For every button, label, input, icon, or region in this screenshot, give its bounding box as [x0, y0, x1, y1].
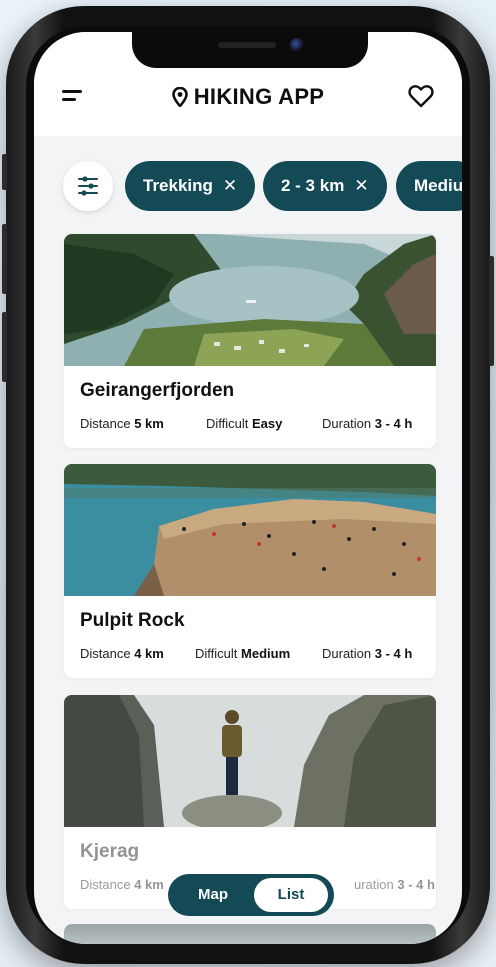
speaker	[218, 42, 276, 48]
remove-chip-icon[interactable]: ✕	[223, 176, 237, 195]
trail-name: Kjerag	[80, 841, 140, 862]
trail-photo-pulpit-rock	[64, 464, 436, 596]
chip-label: 2 - 3 km	[281, 176, 345, 195]
filter-chip-distance[interactable]: 2 - 3 km ✕	[263, 161, 387, 211]
volume-up-button	[2, 224, 7, 294]
trail-difficulty: Difficult Medium	[195, 646, 291, 661]
power-button	[489, 256, 494, 366]
trail-card[interactable]: Pulpit Rock Distance 4 km Difficult Medi…	[64, 464, 436, 678]
chip-label: Mediu	[414, 176, 462, 195]
trail-photo-fjord	[64, 234, 436, 366]
sliders-icon	[78, 176, 98, 196]
app-title-text: HIKING APP	[193, 84, 325, 109]
notch	[132, 32, 368, 68]
trail-name: Geirangerfjorden	[80, 380, 235, 401]
remove-chip-icon[interactable]: ✕	[354, 176, 368, 195]
next-trail-card-peek	[64, 924, 436, 944]
list-view-button[interactable]: List	[254, 878, 328, 912]
front-camera	[290, 38, 304, 52]
trail-duration: uration 3 - 4 h	[354, 877, 435, 892]
trail-difficulty: Difficult Easy	[206, 416, 283, 431]
trail-duration: Duration 3 - 4 h	[322, 646, 413, 661]
map-view-button[interactable]: Map	[178, 878, 248, 912]
filter-settings-button[interactable]	[63, 161, 113, 211]
trail-distance: Distance 5 km	[80, 416, 164, 431]
filter-chip-medium[interactable]: Mediu	[396, 161, 462, 211]
filter-chip-trekking[interactable]: Trekking ✕	[125, 161, 256, 211]
trail-distance: Distance 4 km	[80, 646, 164, 661]
trail-card[interactable]: Geirangerfjorden Distance 5 km Difficult…	[64, 234, 436, 448]
trail-photo-kjerag	[64, 695, 436, 827]
app-title: HIKING APP	[34, 84, 462, 110]
chip-label: Trekking	[143, 176, 213, 195]
trail-name: Pulpit Rock	[80, 610, 185, 631]
view-toggle: Map List	[168, 874, 334, 916]
volume-down-button	[2, 312, 7, 382]
trail-distance: Distance 4 km	[80, 877, 164, 892]
trail-duration: Duration 3 - 4 h	[322, 416, 413, 431]
location-pin-icon	[171, 86, 188, 108]
app-screen: HIKING APP Trekking ✕ 2 - 3 km ✕ Mediu G…	[34, 32, 462, 944]
heart-outline-icon[interactable]	[408, 84, 434, 108]
mute-switch	[2, 154, 7, 190]
